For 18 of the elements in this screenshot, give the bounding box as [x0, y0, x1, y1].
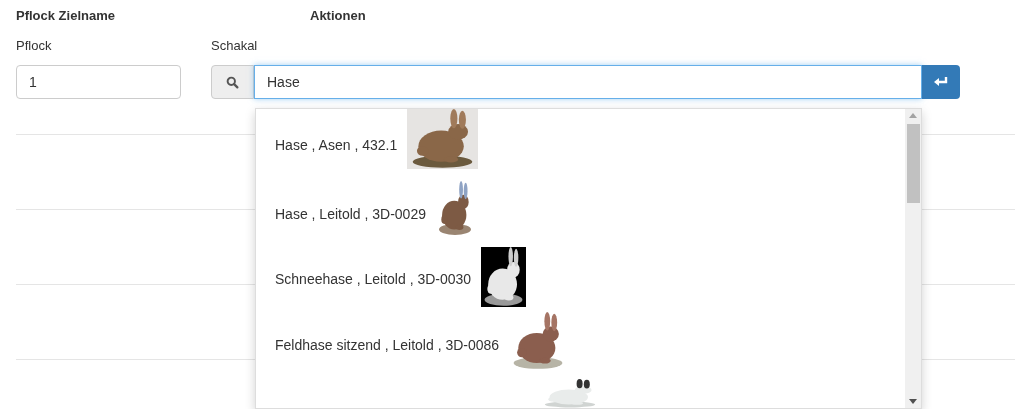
- scrollbar-thumb[interactable]: [906, 124, 920, 203]
- suggestion-item[interactable]: Hase , Leitold , 3D-0029: [256, 181, 905, 247]
- pflock-input[interactable]: 1: [16, 65, 181, 99]
- suggestion-item[interactable]: Feldhase sitzend , Leitold , 3D-0086: [256, 312, 905, 379]
- column-header: Pflock Zielname: [16, 7, 116, 25]
- search-icon-button[interactable]: [211, 65, 254, 99]
- search-input[interactable]: Hase: [254, 65, 922, 99]
- column-header: Aktionen: [310, 7, 366, 25]
- scroll-down-icon[interactable]: [909, 399, 917, 404]
- scrollbar[interactable]: [905, 109, 921, 408]
- enter-button[interactable]: [922, 65, 960, 99]
- search-icon: [226, 75, 239, 89]
- enter-icon: [934, 77, 948, 87]
- scroll-up-icon[interactable]: [909, 113, 917, 118]
- suggestion-item[interactable]: Hase , Asen , 432.1: [256, 109, 905, 181]
- field-label: Pflock: [16, 37, 53, 55]
- suggestion-item[interactable]: Schneehase , Leitold , 3D-0030: [256, 247, 905, 312]
- field-label: Schakal: [211, 37, 259, 55]
